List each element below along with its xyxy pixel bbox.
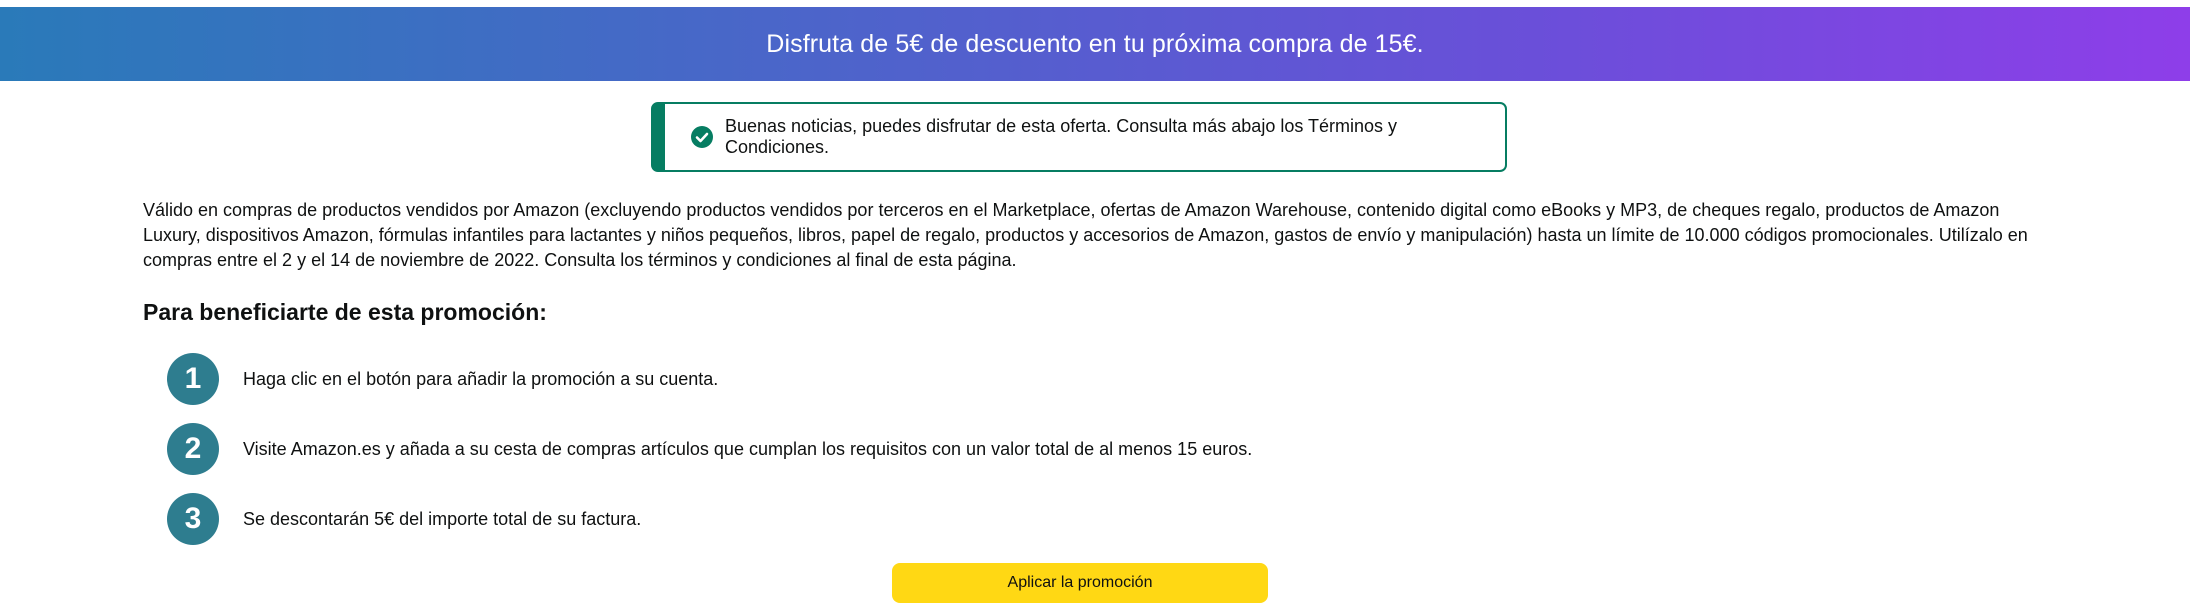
step-number-badge: 3 [167,493,219,545]
how-to-title: Para beneficiarte de esta promoción: [143,299,547,325]
promo-banner: Disfruta de 5€ de descuento en tu próxim… [0,7,2190,81]
step-text: Haga clic en el botón para añadir la pro… [243,368,719,389]
step-number-badge: 2 [167,423,219,475]
eligibility-notice-text: Buenas noticias, puedes disfrutar de est… [725,116,1398,157]
eligibility-notice: Buenas noticias, puedes disfrutar de est… [651,102,1507,172]
step-text: Visite Amazon.es y añada a su cesta de c… [243,438,1253,459]
step-item: 2 Visite Amazon.es y añada a su cesta de… [167,423,1252,475]
step-text: Se descontarán 5€ del importe total de s… [243,508,642,529]
promo-banner-text: Disfruta de 5€ de descuento en tu próxim… [766,29,1424,58]
step-item: 3 Se descontarán 5€ del importe total de… [167,493,641,545]
apply-promotion-button[interactable]: Aplicar la promoción [892,563,1268,603]
step-number-badge: 1 [167,353,219,405]
step-item: 1 Haga clic en el botón para añadir la p… [167,353,718,405]
top-strip [0,0,2190,7]
check-circle-icon [691,126,713,148]
terms-paragraph: Válido en compras de productos vendidos … [143,200,2028,270]
